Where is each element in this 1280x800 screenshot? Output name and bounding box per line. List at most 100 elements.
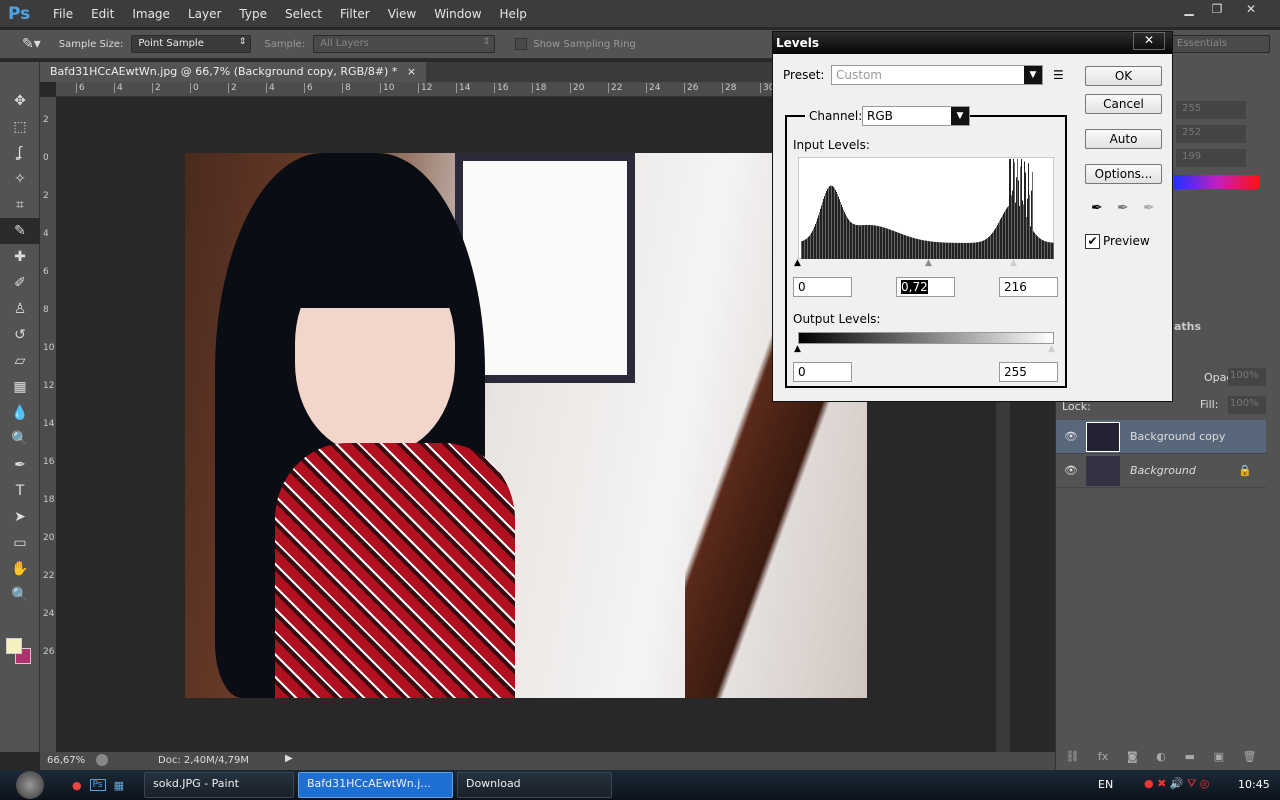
histogram-bar <box>839 199 840 259</box>
paths-tab[interactable]: aths <box>1174 320 1201 333</box>
brush-icon[interactable]: ✐ <box>0 270 40 296</box>
menu-file[interactable]: File <box>44 7 82 21</box>
clock[interactable]: 10:45 <box>1238 778 1270 791</box>
black-eyedropper-icon[interactable]: ✒ <box>1091 200 1103 216</box>
menu-edit[interactable]: Edit <box>82 7 123 21</box>
marquee-icon[interactable]: ⬚ <box>0 114 40 140</box>
output-black-field[interactable]: 0 <box>793 362 852 382</box>
fx-icon[interactable]: fx <box>1098 750 1108 770</box>
histogram-bar <box>886 228 887 259</box>
dialog-close-button[interactable]: ✕ <box>1133 32 1165 50</box>
opacity-input[interactable]: 100% <box>1228 368 1266 386</box>
eye-icon[interactable]: 👁 <box>1056 430 1086 443</box>
folder-icon[interactable]: ▬ <box>1185 750 1195 770</box>
color-ramp[interactable] <box>1174 175 1260 189</box>
workspace-select[interactable]: Essentials <box>1170 35 1270 53</box>
menu-view[interactable]: View <box>379 7 425 21</box>
eraser-icon[interactable]: ▱ <box>0 348 40 374</box>
taskbar-item-photoshop[interactable]: Bafd31HCcAEwtWn.j... <box>297 772 453 798</box>
menu-layer[interactable]: Layer <box>179 7 230 21</box>
healing-icon[interactable]: ✚ <box>0 244 40 270</box>
language-indicator[interactable]: EN <box>1098 778 1113 791</box>
color-value-3[interactable]: 199 <box>1176 149 1246 167</box>
layer-row-background-copy[interactable]: 👁 Background copy <box>1056 420 1266 454</box>
hand-icon[interactable]: ✋ <box>0 556 40 582</box>
white-eyedropper-icon[interactable]: ✒ <box>1143 200 1155 216</box>
share-icon[interactable] <box>96 754 108 766</box>
output-white-field[interactable]: 255 <box>999 362 1058 382</box>
explorer-icon[interactable]: ▦ <box>114 779 124 792</box>
menu-image[interactable]: Image <box>123 7 179 21</box>
quick-select-icon[interactable]: ✧ <box>0 166 40 192</box>
input-white-slider[interactable]: ▲ <box>1010 258 1017 268</box>
gray-eyedropper-icon[interactable]: ✒ <box>1117 200 1129 216</box>
layer-row-background[interactable]: 👁 Background 🔒 <box>1056 454 1266 488</box>
channel-select[interactable]: RGB ▼ <box>862 106 970 126</box>
chrome-icon[interactable]: ● <box>72 779 82 792</box>
path-select-icon[interactable]: ➤ <box>0 504 40 530</box>
close-tab-icon[interactable]: × <box>407 65 416 78</box>
preset-select[interactable]: Custom ▼ <box>831 65 1043 85</box>
menu-window[interactable]: Window <box>425 7 490 21</box>
new-layer-icon[interactable]: ▣ <box>1214 750 1224 770</box>
restore-button[interactable]: ❐ <box>1206 2 1228 20</box>
link-icon[interactable]: ⛓ <box>1065 750 1079 770</box>
histogram-bar <box>992 232 993 259</box>
auto-button[interactable]: Auto <box>1085 129 1162 149</box>
history-brush-icon[interactable]: ↺ <box>0 322 40 348</box>
menu-filter[interactable]: Filter <box>331 7 379 21</box>
lasso-icon[interactable]: ʆ <box>0 140 40 166</box>
mask-icon[interactable]: ◙ <box>1127 750 1138 770</box>
color-value-1[interactable]: 255 <box>1176 101 1246 119</box>
photoshop-icon[interactable]: Ps <box>89 779 106 791</box>
adjustment-icon[interactable]: ◐ <box>1156 750 1166 770</box>
pen-icon[interactable]: ✒ <box>0 452 40 478</box>
crop-icon[interactable]: ⌗ <box>0 192 40 218</box>
type-icon[interactable]: T <box>0 478 40 504</box>
sample-select[interactable]: All Layers ⇕ <box>313 35 496 53</box>
close-button[interactable]: ✕ <box>1240 2 1262 20</box>
eyedropper-icon[interactable]: ✎▾ <box>22 36 41 52</box>
input-black-slider[interactable]: ▲ <box>794 258 801 268</box>
tray-icons[interactable]: ● ✖ 🔊 ⛛ ◎ <box>1144 777 1209 791</box>
sampling-ring-checkbox[interactable] <box>515 38 528 50</box>
preview-checkbox[interactable]: ✔ <box>1085 234 1100 249</box>
preset-options-icon[interactable]: ☰ <box>1053 68 1064 82</box>
output-black-slider[interactable]: ▲ <box>794 344 801 354</box>
gradient-icon[interactable]: ▦ <box>0 374 40 400</box>
status-menu-arrow-icon[interactable]: ▶ <box>285 753 293 764</box>
fill-input[interactable]: 100% <box>1228 396 1266 414</box>
options-button[interactable]: Options... <box>1085 164 1162 184</box>
ok-button[interactable]: OK <box>1085 66 1162 86</box>
taskbar-item-download[interactable]: Download <box>456 772 612 798</box>
taskbar-item-paint[interactable]: sokd.JPG - Paint <box>143 772 294 798</box>
histogram-bar <box>920 239 921 259</box>
input-white-field[interactable]: 216 <box>999 277 1058 297</box>
eyedropper-icon[interactable]: ✎ <box>0 218 40 244</box>
zoom-icon[interactable]: 🔍 <box>0 582 40 608</box>
stamp-icon[interactable]: ♙ <box>0 296 40 322</box>
shape-icon[interactable]: ▭ <box>0 530 40 556</box>
zoom-level[interactable]: 66,67% <box>47 755 85 766</box>
menu-help[interactable]: Help <box>491 7 536 21</box>
input-gamma-slider[interactable]: ▲ <box>925 258 932 268</box>
move-icon[interactable]: ✥ <box>0 88 40 114</box>
cancel-button[interactable]: Cancel <box>1085 94 1162 114</box>
menu-type[interactable]: Type <box>230 7 276 21</box>
minimize-button[interactable]: ▁ <box>1178 2 1200 20</box>
document-image[interactable] <box>185 153 867 698</box>
eye-icon[interactable]: 👁 <box>1056 464 1086 477</box>
channel-label: Channel: <box>805 109 867 123</box>
dodge-icon[interactable]: 🔍 <box>0 426 40 452</box>
trash-icon[interactable]: 🗑 <box>1243 750 1257 770</box>
blur-icon[interactable]: 💧 <box>0 400 40 426</box>
document-tab[interactable]: Bafd31HCcAEwtWn.jpg @ 66,7% (Background … <box>40 62 427 82</box>
menu-select[interactable]: Select <box>276 7 331 21</box>
foreground-color-swatch[interactable] <box>6 638 22 654</box>
input-black-field[interactable]: 0 <box>793 277 852 297</box>
start-button[interactable] <box>16 771 44 799</box>
color-value-2[interactable]: 252 <box>1176 125 1246 143</box>
input-gamma-field[interactable]: 0,72 <box>896 277 955 297</box>
sample-size-select[interactable]: Point Sample ⇕ <box>131 35 252 53</box>
output-white-slider[interactable]: ▲ <box>1048 344 1055 354</box>
